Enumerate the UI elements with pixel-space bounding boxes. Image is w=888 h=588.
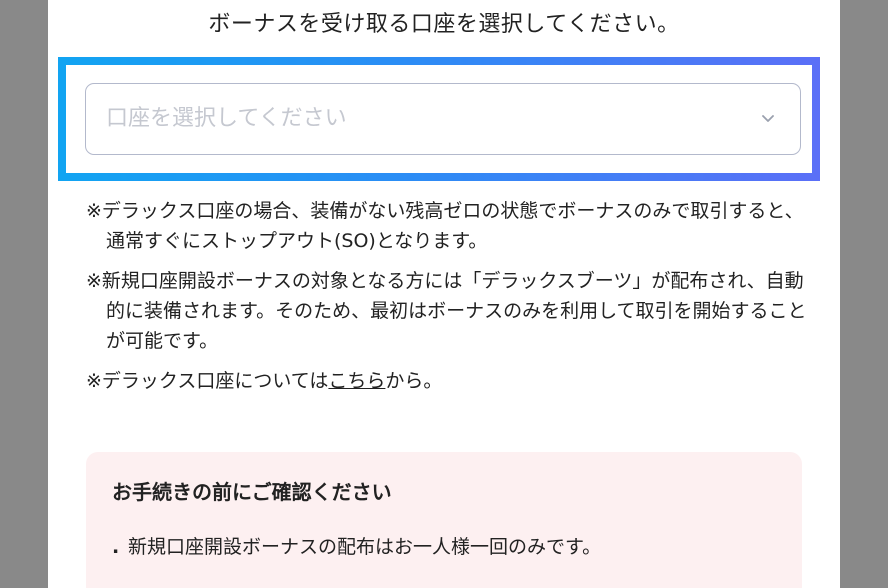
note-stopout: ※デラックス口座の場合、装備がない残高ゼロの状態でボーナスのみで取引すると、通常…	[86, 200, 804, 252]
note-deluxe-prefix: ※デラックス口座については	[86, 370, 329, 392]
confirm-list-item: . 新規口座開設ボーナスの配布はお一人様一回のみです。	[112, 532, 601, 562]
modal-heading: ボーナスを受け取る口座を選択してください。	[208, 12, 680, 37]
select-highlight-inner: 口座を選択してください	[66, 65, 812, 173]
confirm-item-text: 新規口座開設ボーナスの配布はお一人様一回のみです。	[128, 536, 602, 558]
account-select-placeholder: 口座を選択してください	[106, 106, 347, 131]
chevron-down-icon	[762, 115, 774, 122]
list-bullet: .	[112, 536, 120, 558]
account-select[interactable]: 口座を選択してください	[85, 83, 801, 155]
deluxe-account-link[interactable]: こちら	[328, 370, 385, 392]
select-highlight-frame: 口座を選択してください	[58, 57, 820, 181]
confirm-title: お手続きの前にご確認ください	[112, 480, 392, 504]
note-deluxe-suffix: から。	[385, 370, 443, 392]
note-deluxe-boots: ※新規口座開設ボーナスの対象となる方には「デラックスブーツ」が配布され、自動的に…	[86, 270, 807, 352]
notes-section: ※デラックス口座の場合、装備がない残高ゼロの状態でボーナスのみで取引すると、通常…	[86, 196, 816, 406]
confirm-box: お手続きの前にご確認ください . 新規口座開設ボーナスの配布はお一人様一回のみです…	[86, 452, 802, 588]
note-deluxe-link: ※デラックス口座についてはこちらから。	[86, 366, 816, 396]
bonus-account-modal: ボーナスを受け取る口座を選択してください。 口座を選択してください ※デラックス…	[48, 0, 840, 588]
